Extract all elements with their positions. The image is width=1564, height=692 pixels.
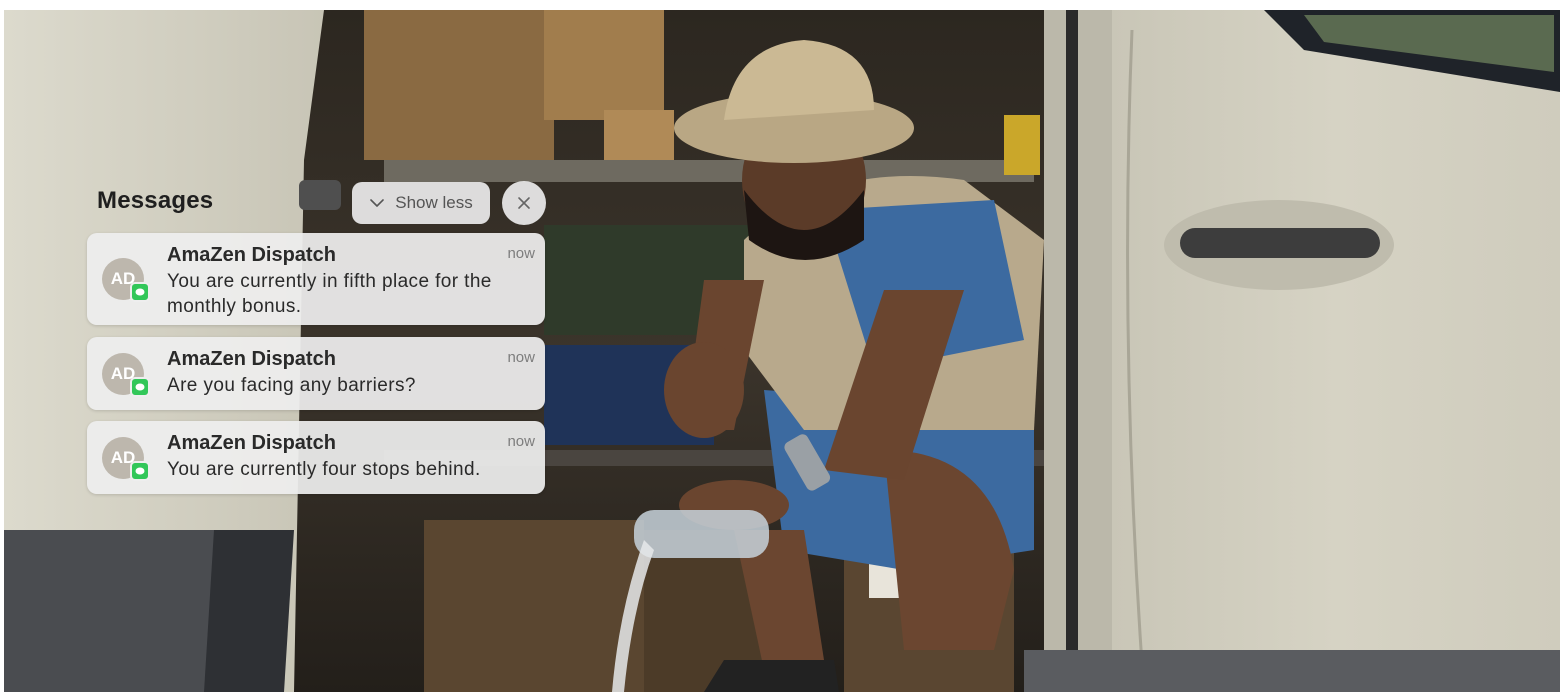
messages-icon [130, 377, 150, 397]
close-button[interactable] [502, 181, 546, 225]
avatar: AD [102, 353, 150, 397]
messages-icon [130, 282, 150, 302]
notification-time: now [507, 433, 535, 450]
notification-card[interactable]: AD AmaZen Dispatch now Are you facing an… [87, 337, 545, 410]
notification-body: You are currently in fifth place for the… [167, 271, 492, 317]
avatar: AD [102, 437, 150, 481]
notification-body: Are you facing any barriers? [167, 375, 416, 396]
notification-body: You are currently four stops behind. [167, 459, 481, 480]
notification-sender: AmaZen Dispatch [167, 244, 336, 266]
notification-sender: AmaZen Dispatch [167, 432, 336, 454]
close-icon [518, 197, 530, 209]
group-title: Messages [97, 187, 214, 214]
notification-sender: AmaZen Dispatch [167, 348, 336, 370]
avatar: AD [102, 258, 150, 302]
video-frame: Messages Show less AD AmaZen Dispatch no… [4, 10, 1560, 692]
chevron-down-icon [370, 199, 385, 207]
notification-time: now [507, 245, 535, 262]
notification-time: now [507, 349, 535, 366]
messages-icon [130, 461, 150, 481]
show-less-label: Show less [395, 193, 473, 212]
notification-card[interactable]: AD AmaZen Dispatch now You are currently… [87, 233, 545, 325]
notification-group-header: Messages Show less [97, 181, 557, 225]
notification-card[interactable]: AD AmaZen Dispatch now You are currently… [87, 421, 545, 494]
show-less-button[interactable]: Show less [352, 182, 490, 224]
